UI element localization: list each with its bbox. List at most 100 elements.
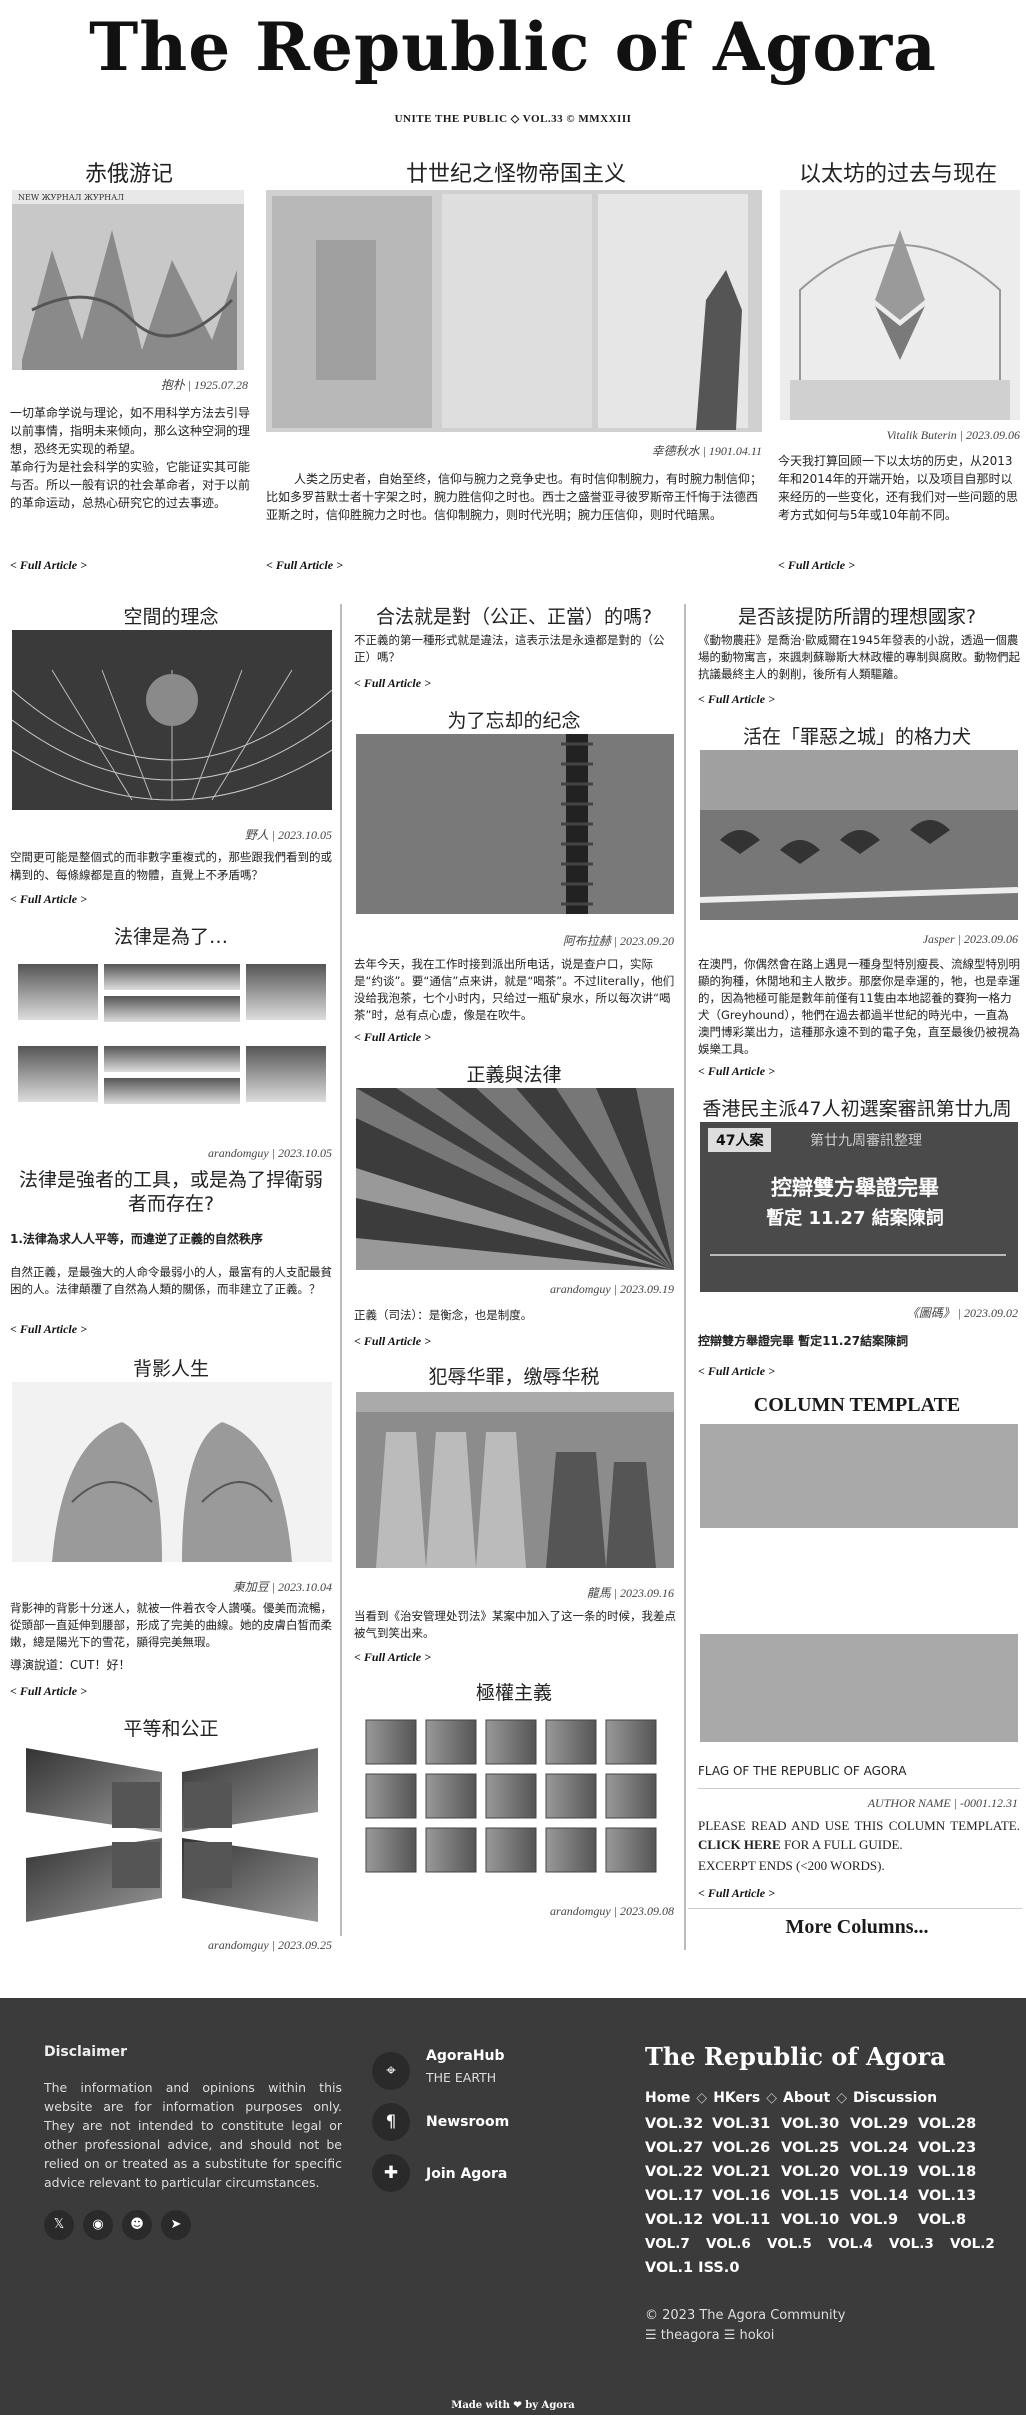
article-title[interactable]: 为了忘却的纪念: [352, 706, 676, 733]
volume-link[interactable]: VOL.13: [918, 2188, 976, 2204]
article-image[interactable]: 47人案 第廿九周審訊整理 控辯雙方舉證完畢 暫定 11.27 結案陳詞: [700, 1122, 1018, 1292]
full-article-link[interactable]: < Full Article >: [266, 558, 343, 573]
full-article-link[interactable]: < Full Article >: [778, 558, 855, 573]
volume-link[interactable]: VOL.11: [712, 2212, 770, 2228]
agorahub-link[interactable]: AgoraHub: [426, 2048, 505, 2064]
article-image[interactable]: [356, 734, 674, 914]
article-title[interactable]: 赤俄游记: [10, 156, 248, 188]
article-title[interactable]: 活在「罪惡之城」的格力犬: [694, 722, 1020, 749]
column-template-title[interactable]: COLUMN TEMPLATE: [694, 1394, 1020, 1417]
newsroom-link[interactable]: Newsroom: [426, 2114, 509, 2130]
volume-link[interactable]: VOL.10: [781, 2212, 839, 2228]
article-title[interactable]: 犯辱华罪，缴辱华税: [352, 1362, 676, 1389]
volume-link[interactable]: VOL.26: [712, 2140, 770, 2156]
volume-link[interactable]: VOL.23: [918, 2140, 976, 2156]
full-article-link[interactable]: < Full Article >: [698, 1364, 775, 1379]
volume-link[interactable]: VOL.20: [781, 2164, 839, 2180]
volume-link[interactable]: VOL.19: [850, 2164, 908, 2180]
article-excerpt: 当看到《治安管理处罚法》某案中加入了这一条的时候，我差点被气到笑出来。: [354, 1609, 676, 1640]
join-agora-link[interactable]: Join Agora: [426, 2166, 507, 2182]
full-article-link[interactable]: < Full Article >: [354, 1334, 431, 1349]
guide-link[interactable]: CLICK HERE: [698, 1837, 781, 1852]
full-article-link[interactable]: < Full Article >: [698, 692, 775, 707]
article-title[interactable]: 法律是為了…: [10, 922, 332, 949]
article-image[interactable]: [356, 1708, 674, 1886]
volume-link[interactable]: VOL.5: [767, 2236, 812, 2252]
volume-link[interactable]: VOL.22: [645, 2164, 703, 2180]
nav-hkers[interactable]: HKers: [713, 2090, 760, 2106]
article-image[interactable]: [12, 1382, 332, 1562]
article-excerpt: 一切革命学说与理论，如不用科学方法去引导以前事情，指明未来倾向，那么这种空洞的理…: [10, 406, 251, 510]
article-title[interactable]: 極權主義: [352, 1678, 676, 1705]
divider: [688, 1908, 1022, 1909]
flag-image: [700, 1528, 1018, 1632]
article-image[interactable]: [780, 190, 1020, 420]
volume-link[interactable]: VOL.16: [712, 2188, 770, 2204]
volume-link[interactable]: VOL.12: [645, 2212, 703, 2228]
volume-link[interactable]: VOL.9: [850, 2212, 898, 2228]
volume-link[interactable]: VOL.7: [645, 2236, 690, 2252]
volume-link[interactable]: VOL.17: [645, 2188, 703, 2204]
volume-link[interactable]: VOL.3: [889, 2236, 934, 2252]
full-article-link[interactable]: < Full Article >: [10, 892, 87, 907]
full-article-link[interactable]: < Full Article >: [10, 1322, 87, 1337]
site-title[interactable]: The Republic of Agora: [0, 8, 1026, 86]
more-columns-link[interactable]: More Columns...: [694, 1916, 1020, 1939]
article-image[interactable]: [700, 750, 1018, 920]
volume-link[interactable]: VOL.1 ISS.0: [645, 2260, 739, 2276]
full-article-link[interactable]: < Full Article >: [698, 1064, 775, 1079]
article-meta: 抱朴 | 1925.07.28: [160, 378, 248, 392]
full-article-link[interactable]: < Full Article >: [10, 1684, 87, 1699]
article-title[interactable]: 空間的理念: [10, 602, 332, 629]
volume-link[interactable]: VOL.31: [712, 2116, 770, 2132]
github-icon[interactable]: ◉: [83, 2210, 113, 2240]
volume-link[interactable]: VOL.4: [828, 2236, 873, 2252]
volume-link[interactable]: VOL.32: [645, 2116, 703, 2132]
article-title[interactable]: 廿世纪之怪物帝国主义: [266, 156, 766, 188]
article-image[interactable]: NEW ЖУРНАЛ ЖУРНАЛ: [12, 190, 244, 370]
volume-link[interactable]: VOL.30: [781, 2116, 839, 2132]
article-title[interactable]: 以太坊的过去与现在: [778, 156, 1018, 188]
full-article-link[interactable]: < Full Article >: [354, 676, 431, 691]
nav-home[interactable]: Home: [645, 2090, 690, 2106]
full-article-link[interactable]: < Full Article >: [698, 1886, 775, 1901]
footer-brand[interactable]: The Republic of Agora: [645, 2042, 946, 2071]
article-image[interactable]: [12, 630, 332, 810]
article-image[interactable]: [12, 950, 332, 1120]
article-meta: 東加豆 | 2023.10.04: [232, 1580, 332, 1594]
full-article-link[interactable]: < Full Article >: [354, 1650, 431, 1665]
article-title[interactable]: 香港民主派47人初選案審訊第廿九周: [694, 1094, 1020, 1121]
full-article-link[interactable]: < Full Article >: [354, 1030, 431, 1045]
volume-link[interactable]: VOL.28: [918, 2116, 976, 2132]
article-image[interactable]: [356, 1392, 674, 1568]
volume-link[interactable]: VOL.24: [850, 2140, 908, 2156]
volume-link[interactable]: VOL.25: [781, 2140, 839, 2156]
volume-link[interactable]: VOL.15: [781, 2188, 839, 2204]
telegram-icon[interactable]: ➤: [161, 2210, 191, 2240]
volume-link[interactable]: VOL.14: [850, 2188, 908, 2204]
article-title[interactable]: 法律是強者的工具，或是為了捍衛弱者而存在?: [10, 1168, 332, 1216]
article-title[interactable]: 是否該提防所謂的理想國家?: [694, 602, 1020, 629]
volume-link[interactable]: VOL.8: [918, 2212, 966, 2228]
article-meta: 《圖碼》 | 2023.09.02: [906, 1306, 1018, 1320]
article-title[interactable]: 合法就是對（公正、正當）的嗎?: [352, 602, 676, 629]
volume-link[interactable]: VOL.29: [850, 2116, 908, 2132]
article-title[interactable]: 平等和公正: [10, 1714, 332, 1741]
full-article-link[interactable]: < Full Article >: [10, 558, 87, 573]
volume-link[interactable]: VOL.6: [706, 2236, 751, 2252]
reddit-icon[interactable]: ☻: [122, 2210, 152, 2240]
article-title[interactable]: 正義與法律: [352, 1060, 676, 1087]
excerpt-note: EXCERPT ENDS (<200 WORDS).: [698, 1858, 885, 1873]
article-image[interactable]: [356, 1088, 674, 1270]
volume-link[interactable]: VOL.18: [918, 2164, 976, 2180]
article-subtitle: 1.法律為求人人平等，而違逆了正義的自然秩序: [10, 1232, 263, 1246]
article-image[interactable]: [12, 1742, 332, 1928]
volume-link[interactable]: VOL.27: [645, 2140, 703, 2156]
twitter-icon[interactable]: 𝕏: [44, 2210, 74, 2240]
article-image[interactable]: [266, 190, 762, 432]
article-title[interactable]: 背影人生: [10, 1354, 332, 1381]
nav-discussion[interactable]: Discussion: [853, 2090, 937, 2106]
nav-about[interactable]: About: [783, 2090, 830, 2106]
volume-link[interactable]: VOL.21: [712, 2164, 770, 2180]
volume-link[interactable]: VOL.2: [950, 2236, 995, 2252]
